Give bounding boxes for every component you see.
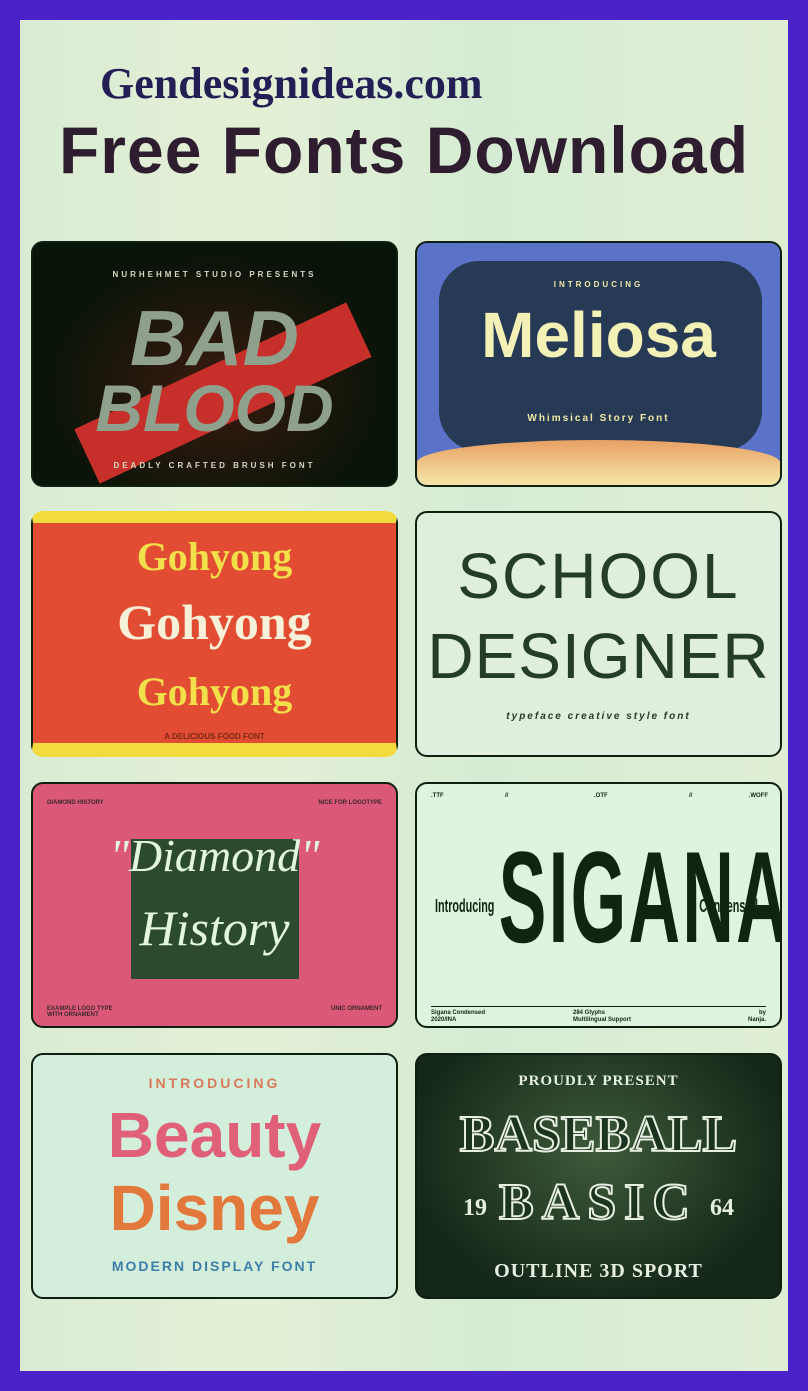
font-card-beauty-disney[interactable]: INTRODUCING Beauty Disney MODERN DISPLAY…	[31, 1053, 398, 1299]
font-card-baseball-basic[interactable]: PROUDLY PRESENT BASEBALL BASIC 19 64 OUT…	[415, 1053, 782, 1299]
format-label: .OTF	[594, 793, 608, 799]
footer-text: 2020/INA	[431, 1017, 457, 1023]
card-subtitle: INTRODUCING	[553, 280, 644, 289]
card-title-line1: BAD	[130, 294, 299, 382]
footer-text: Multilingual Support	[573, 1017, 631, 1023]
card-tagline: Whimsical Story Font	[527, 413, 670, 424]
card-corner-text: NICE FOR LOGOTYPE	[318, 800, 382, 806]
card-title-line2: History	[139, 900, 290, 956]
card-corner-text: DIAMOND HISTORY	[47, 800, 104, 806]
card-title-line2: Disney	[109, 1172, 320, 1244]
page-title: Free Fonts Download	[58, 113, 750, 187]
card-title-line2: DESIGNER	[427, 620, 770, 692]
font-card-gohyong[interactable]: BURNTILLDEAD STUDIO Gohyong Gohyong Gohy…	[31, 511, 398, 757]
font-card-diamond-history[interactable]: DIAMOND HISTORY NICE FOR LOGOTYPE "Diamo…	[31, 782, 398, 1028]
font-card-bad-blood[interactable]: NURHEHMET STUDIO PRESENTS BAD BLOOD DEAD…	[31, 241, 398, 487]
font-card-meliosa[interactable]: INTRODUCING Meliosa Whimsical Story Font	[415, 241, 782, 487]
card-subtitle: NURHEHMET STUDIO PRESENTS	[112, 270, 317, 279]
format-label: .TTF	[431, 793, 444, 799]
card-title-line1: BASEBALL	[459, 1105, 738, 1164]
card-title-line1: SCHOOL	[457, 540, 740, 612]
footer-text: Nanja.	[747, 1017, 766, 1023]
card-title-line3: Gohyong	[136, 669, 293, 714]
clouds	[417, 440, 780, 485]
divider	[431, 1006, 766, 1007]
year-right: 64	[710, 1195, 734, 1221]
card-tagline: DEADLY CRAFTED BRUSH FONT	[113, 461, 316, 470]
card-subtitle: PROUDLY PRESENT	[518, 1073, 679, 1089]
card-title: SIGANA	[498, 824, 782, 970]
separator: //	[689, 793, 693, 799]
font-card-sigana[interactable]: .TTF // .OTF // .WOFF SIGANA Introducing…	[415, 782, 782, 1028]
card-title-line2: Gohyong	[117, 594, 312, 650]
card-subtitle: BURNTILLDEAD STUDIO	[172, 513, 257, 520]
card-title-line2: BLOOD	[95, 371, 334, 445]
card-title-line1: Beauty	[107, 1099, 322, 1171]
card-title-line1: Gohyong	[136, 534, 293, 579]
year-left: 19	[463, 1195, 487, 1221]
card-corner-text: UNIC ORNAMENT	[331, 1006, 382, 1012]
format-label: .WOFF	[748, 793, 768, 799]
footer-text: 284 Glyphs	[573, 1010, 606, 1016]
separator: //	[505, 793, 509, 799]
footer-text: by	[758, 1010, 766, 1016]
card-tagline: typeface creative style font	[506, 711, 691, 722]
card-subtitle: INTRODUCING	[148, 1075, 281, 1091]
card-tagline: A DELICIOUS FOOD FONT	[164, 732, 265, 741]
footer-text: Sigana Condensed	[431, 1010, 486, 1016]
card-left-text: Introducing	[435, 896, 495, 916]
card-tagline: MODERN DISPLAY FONT	[111, 1258, 318, 1274]
site-name: Gendesignideas.com	[100, 59, 483, 108]
card-right-text: Condensed	[699, 896, 758, 916]
font-card-school-designer[interactable]: SCHOOL DESIGNER typeface creative style …	[415, 511, 782, 757]
card-title: Meliosa	[481, 299, 716, 371]
card-tagline: OUTLINE 3D SPORT	[494, 1260, 703, 1282]
card-title-line1: "Diamond"	[109, 830, 320, 881]
card-corner-text: EXAMPLE LOGO TYPE WITH ORNAMENT	[47, 1006, 113, 1018]
